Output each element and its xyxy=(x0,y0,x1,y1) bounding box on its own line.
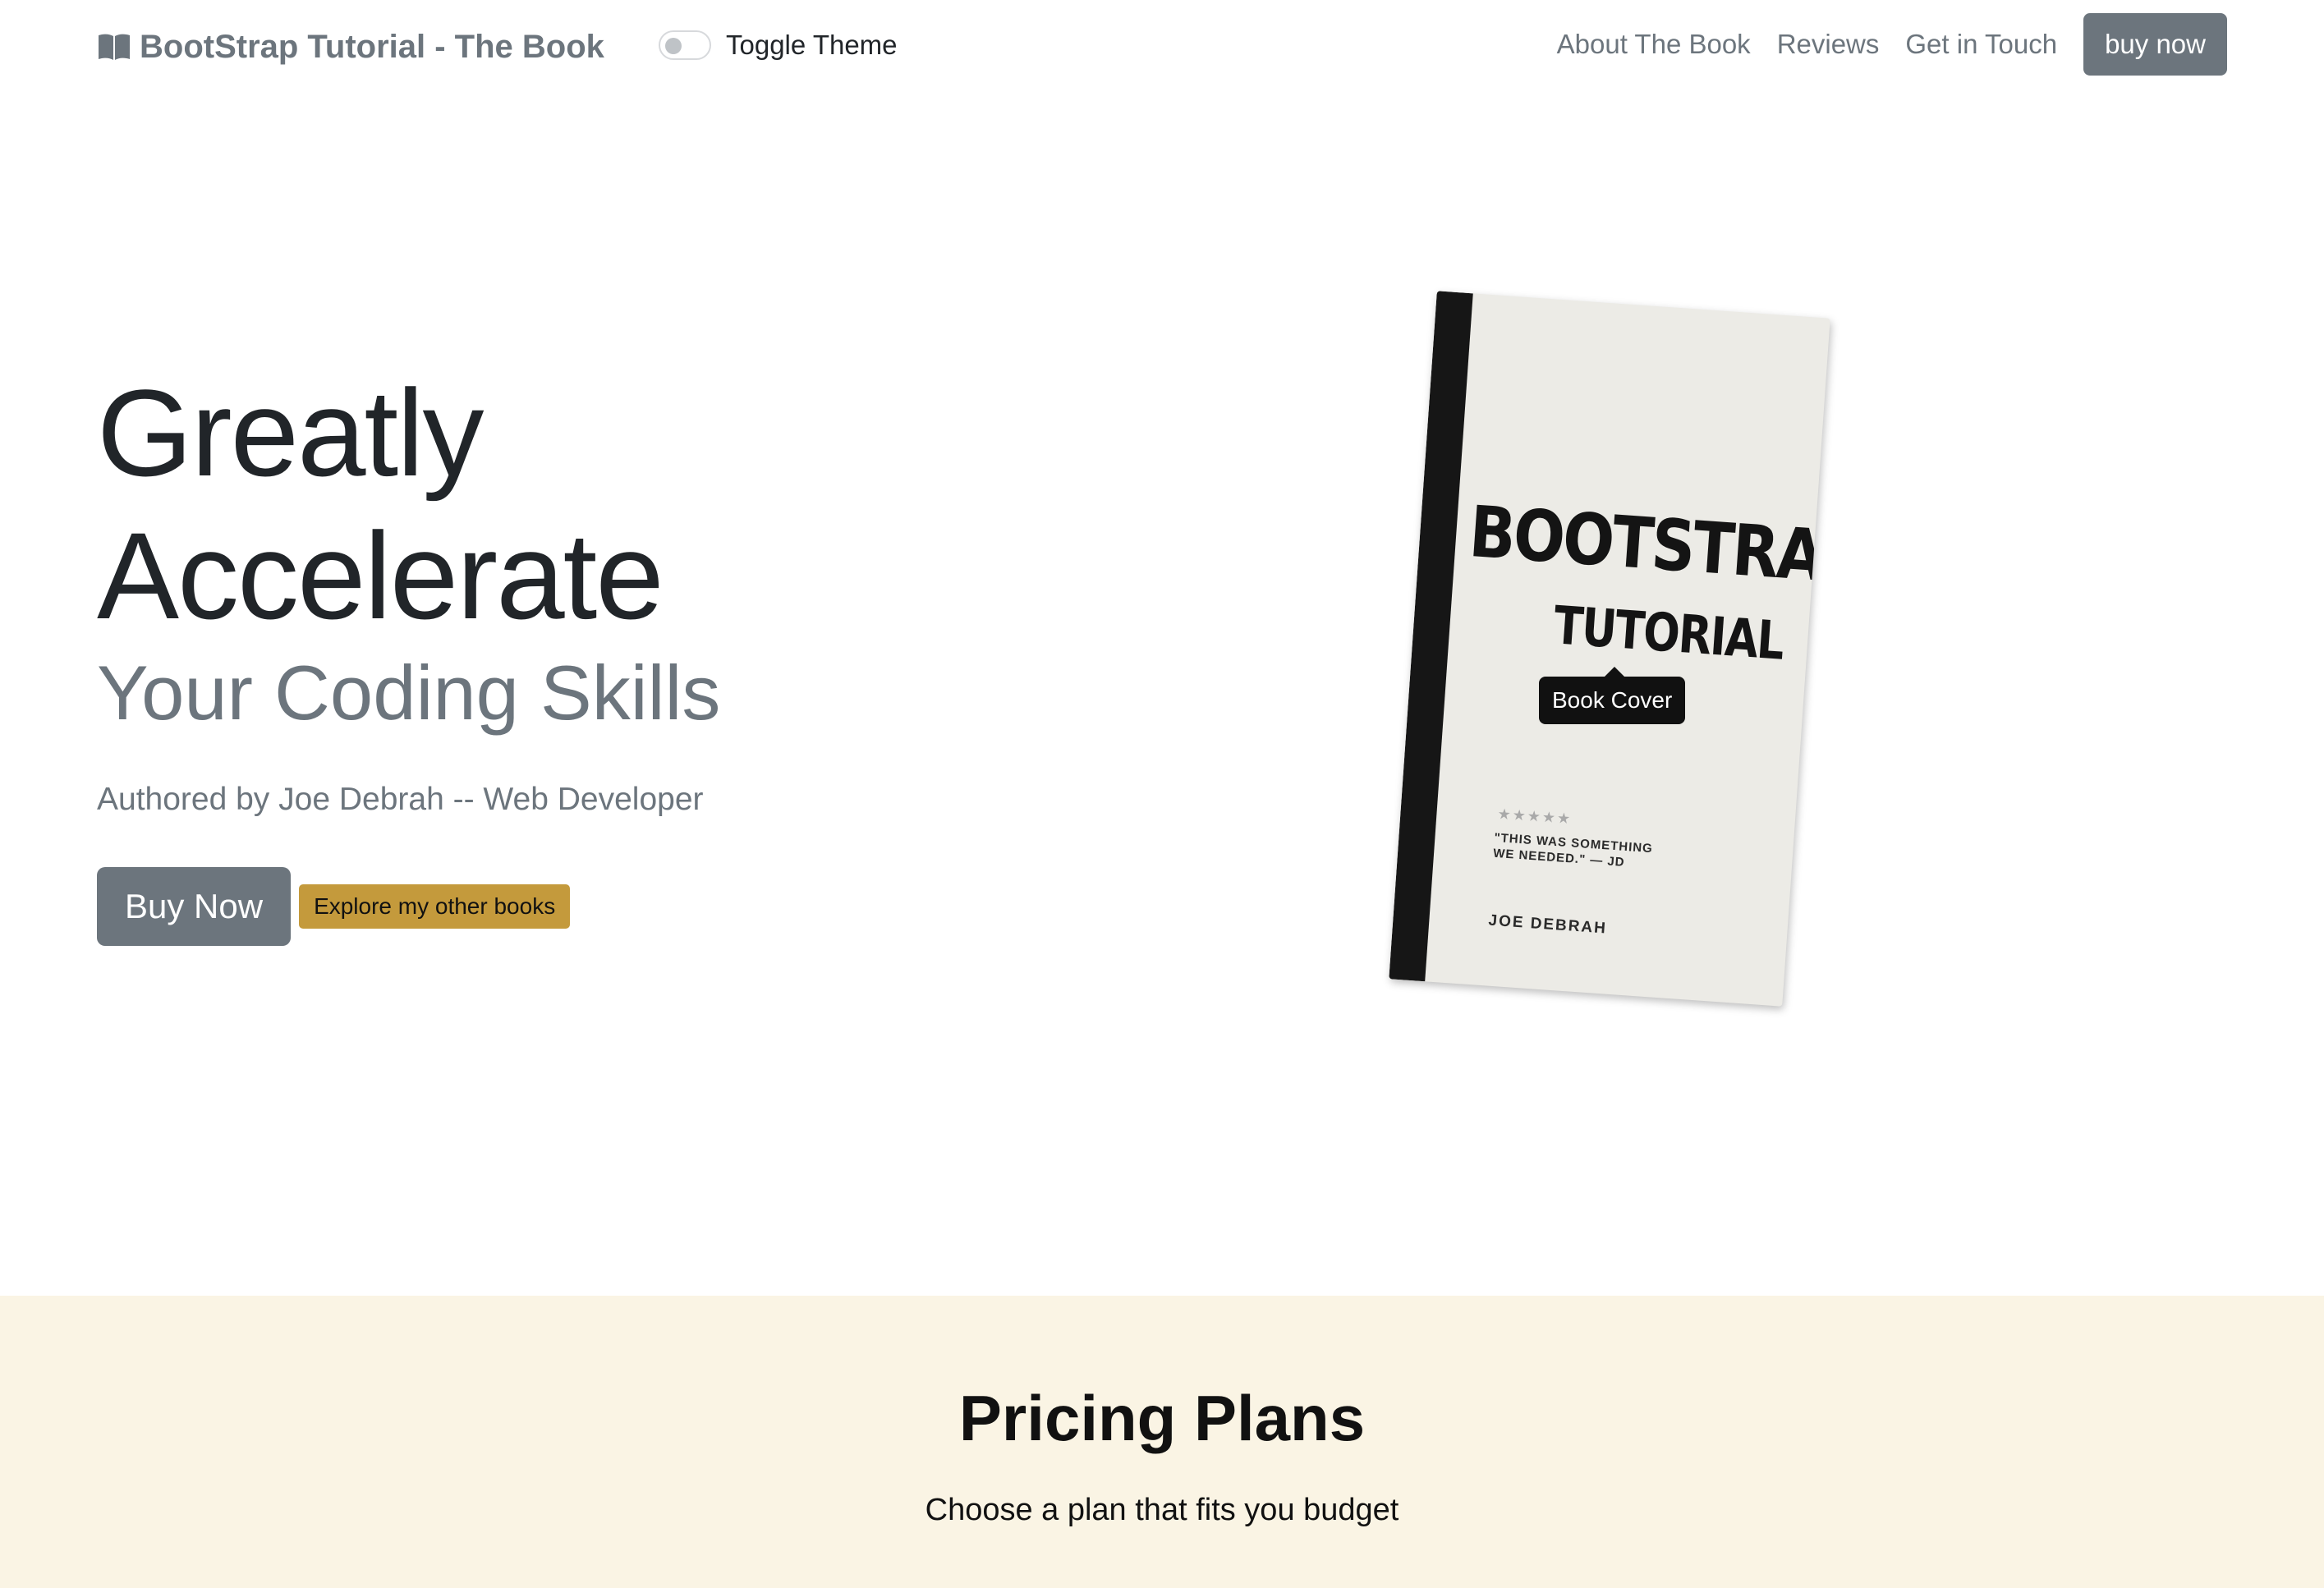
nav-buy-button[interactable]: buy now xyxy=(2083,13,2227,76)
hero-author: Authored by Joe Debrah -- Web Developer xyxy=(97,782,704,817)
hero-heading: Greatly Accelerate Your Coding Skills xyxy=(97,361,720,739)
nav-links: About The Book Reviews Get in Touch buy … xyxy=(1557,13,2227,76)
book-cover-author: JOE DEBRAH xyxy=(1487,911,1608,938)
theme-switch[interactable] xyxy=(659,30,711,60)
book-cover-subtitle: TUTORIAL xyxy=(1551,595,1785,672)
pricing-subtitle: Choose a plan that fits you budget xyxy=(925,1493,1399,1527)
nav-link-reviews[interactable]: Reviews xyxy=(1777,29,1880,60)
brand-title: BootStrap Tutorial - The Book xyxy=(140,28,604,65)
book-cover: BOOTSTRAP TUTORIAL ★★★★★ "THIS WAS SOMET… xyxy=(1389,291,1830,1007)
open-book-icon xyxy=(97,32,131,62)
pricing-section: Pricing Plans Choose a plan that fits yo… xyxy=(0,1296,2324,1588)
nav-link-about[interactable]: About The Book xyxy=(1557,29,1751,60)
book-cover-title: BOOTSTRAP xyxy=(1467,490,1830,601)
hero-line-1: Greatly xyxy=(97,364,484,502)
book-cover-tooltip: Book Cover xyxy=(1539,667,1686,724)
page: BootStrap Tutorial - The Book Toggle The… xyxy=(0,0,2324,1588)
rating-stars-icon: ★★★★★ xyxy=(1496,805,1573,828)
hero-line-2: Accelerate xyxy=(97,507,664,645)
theme-toggle[interactable]: Toggle Theme xyxy=(659,26,898,64)
toggle-theme-label: Toggle Theme xyxy=(726,30,898,60)
pricing-title: Pricing Plans xyxy=(958,1382,1366,1454)
brand-link[interactable]: BootStrap Tutorial - The Book xyxy=(97,25,604,69)
navbar: BootStrap Tutorial - The Book Toggle The… xyxy=(0,0,2324,90)
book-spine xyxy=(1389,291,1473,982)
hero-line-3: Your Coding Skills xyxy=(97,649,721,736)
book-cover-quote: "THIS WAS SOMETHING WE NEEDED." — JD xyxy=(1492,830,1654,870)
nav-link-contact[interactable]: Get in Touch xyxy=(1905,29,2057,60)
hero-buttons: Buy Now Explore my other books xyxy=(97,867,571,946)
explore-books-button[interactable]: Explore my other books xyxy=(299,884,571,929)
buy-now-button[interactable]: Buy Now xyxy=(97,867,292,946)
book-cover-image[interactable]: BOOTSTRAP TUTORIAL ★★★★★ "THIS WAS SOMET… xyxy=(1389,291,1830,1007)
switch-knob xyxy=(665,38,682,54)
